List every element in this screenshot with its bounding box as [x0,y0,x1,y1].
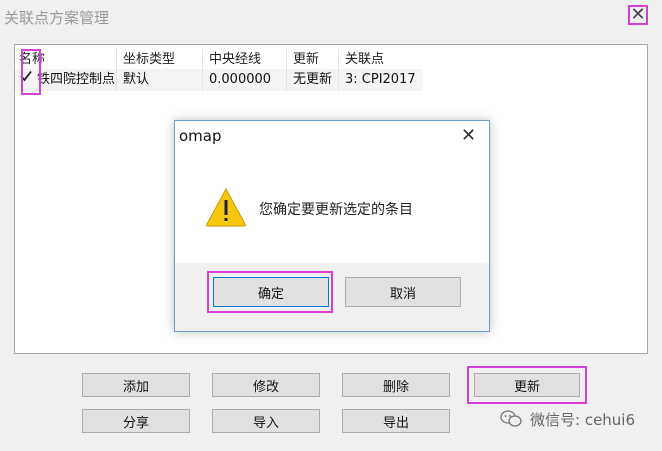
row-coord-type-cell: 默认 [117,69,203,91]
delete-button[interactable]: 删除 [342,373,450,397]
highlight-confirm-button [207,271,333,313]
watermark-text: 微信号: cehui6 [530,410,636,429]
dialog-message: 您确定要更新选定的条目 [259,202,413,218]
row-update-cell: 无更新 [287,69,339,91]
watermark: 微信号: cehui6 [500,408,654,430]
share-button[interactable]: 分享 [82,409,190,433]
import-button[interactable]: 导入 [212,409,320,433]
table-row[interactable]: 铁四院控制点 默认 0.000000 无更新 3: CPI2017 [15,69,423,91]
list-header: 名称 坐标类型 中央经线 更新 关联点 [15,49,423,71]
highlight-name-column [21,49,41,95]
warning-icon [206,187,246,227]
column-header-central-meridian[interactable]: 中央经线 [203,49,287,71]
row-associated-points-cell: 3: CPI2017 [345,72,416,87]
window-title: 关联点方案管理 [4,9,110,27]
dialog-title: omap [179,127,222,145]
close-icon: ✕ [630,4,646,25]
modify-button[interactable]: 修改 [212,373,320,397]
row-name-text: 铁四院控制点 [37,72,116,87]
column-header-update[interactable]: 更新 [287,49,339,71]
confirm-dialog: omap ✕ 您确定要更新选定的条目 确定 取消 [174,120,490,332]
dialog-body: 您确定要更新选定的条目 [175,151,489,263]
wechat-icon [500,410,522,427]
export-button[interactable]: 导出 [342,409,450,433]
column-header-associated-points[interactable]: 关联点 [339,49,423,71]
cancel-button[interactable]: 取消 [345,277,461,307]
add-button[interactable]: 添加 [82,373,190,397]
row-central-meridian-cell: 0.000000 [203,69,287,91]
dialog-titlebar: omap ✕ [175,121,489,151]
highlight-update-button [467,366,587,404]
column-header-coord-type[interactable]: 坐标类型 [117,49,203,71]
window-close-button[interactable]: ✕ [628,5,648,25]
dialog-close-icon[interactable]: ✕ [461,125,476,146]
